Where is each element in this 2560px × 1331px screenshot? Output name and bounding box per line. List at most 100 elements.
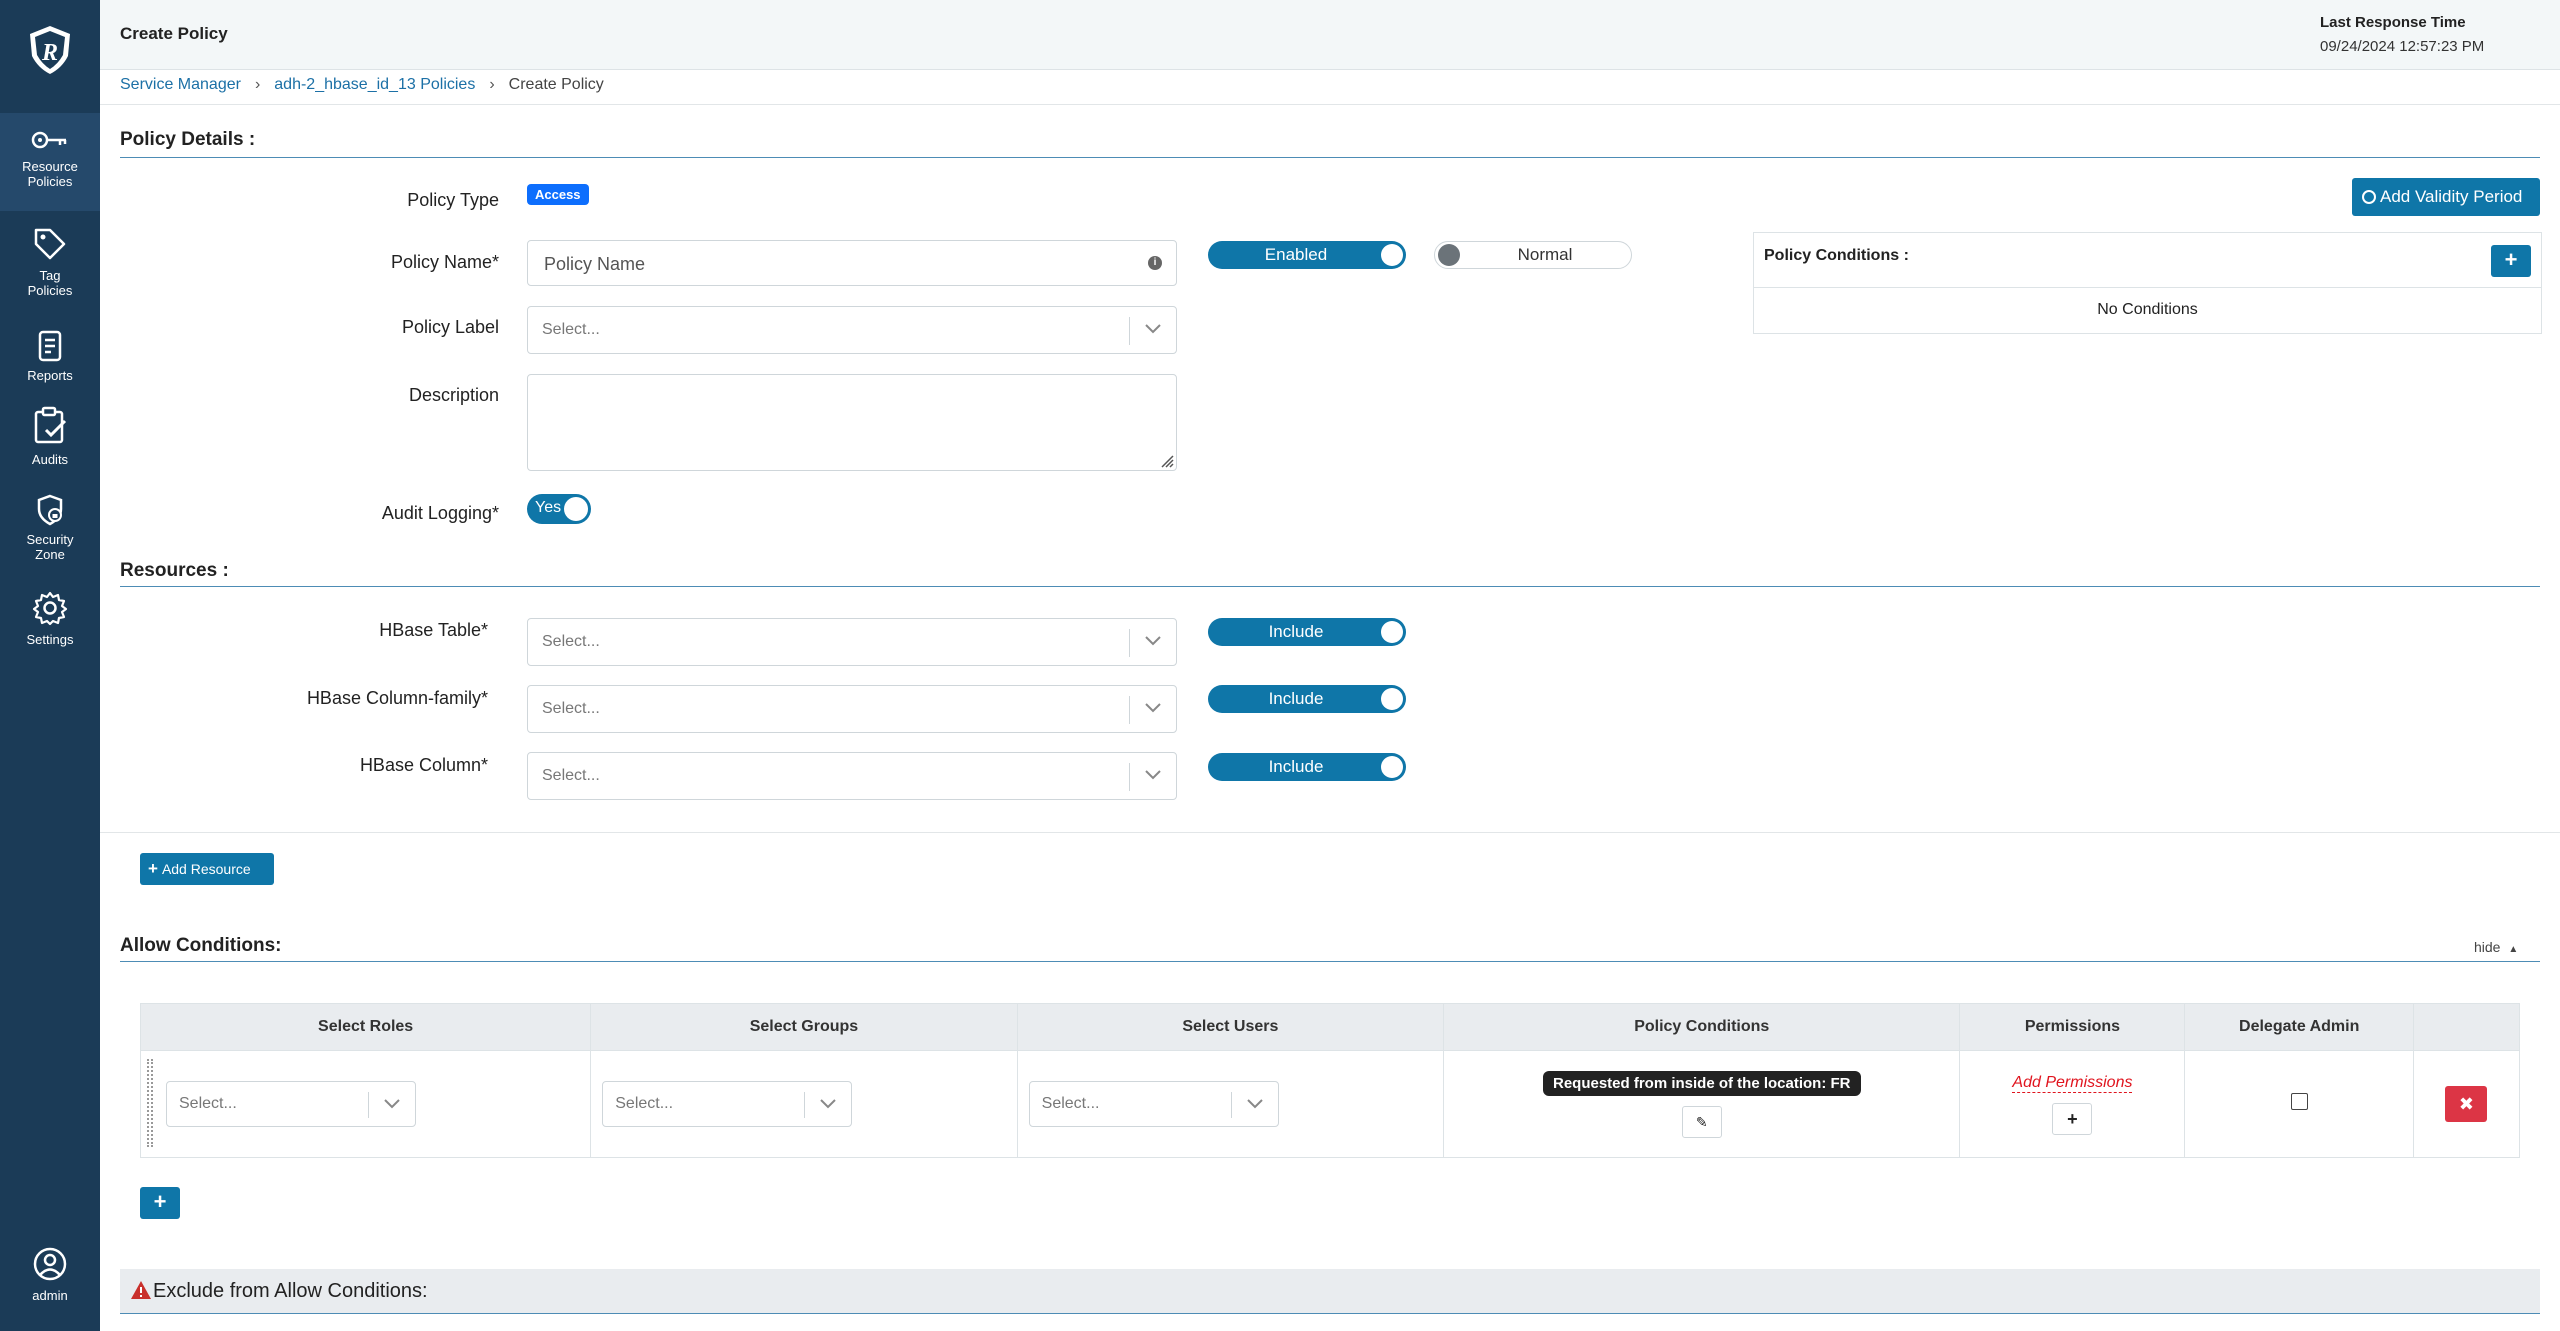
sidebar-item-audits[interactable]: Audits xyxy=(0,406,100,467)
policy-conditions-title: Policy Conditions : xyxy=(1764,247,1909,264)
add-validity-period-button[interactable]: Add Validity Period xyxy=(2352,178,2540,216)
add-condition-row-button[interactable]: + xyxy=(140,1187,180,1219)
pencil-icon: ✎ xyxy=(1695,1113,1708,1130)
ranger-logo[interactable]: R xyxy=(22,22,78,78)
sidebar-item-resource-policies[interactable]: Resource Policies xyxy=(0,113,100,211)
clock-icon xyxy=(2362,190,2376,204)
divider xyxy=(1230,1092,1232,1118)
column-header-policy-conditions: Policy Conditions xyxy=(1443,1003,1961,1051)
delegate-admin-checkbox[interactable] xyxy=(2290,1093,2308,1110)
toggle-knob xyxy=(1438,244,1460,266)
column-header-roles: Select Roles xyxy=(139,1003,592,1051)
breadcrumb: Service Manager › adh-2_hbase_id_13 Polici… xyxy=(120,76,604,94)
resize-handle-icon xyxy=(1161,455,1174,468)
add-resource-button[interactable]: + Add Resource xyxy=(140,853,274,885)
normal-toggle-label: Normal xyxy=(1517,245,1573,264)
policy-enabled-toggle[interactable]: Enabled xyxy=(1208,241,1406,269)
sidebar-item-label: Settings xyxy=(26,632,74,647)
roles-cell: Select... xyxy=(139,1050,592,1158)
toggle-knob xyxy=(1381,621,1403,643)
breadcrumb-policies[interactable]: adh-2_hbase_id_13 Policies xyxy=(274,76,475,93)
report-icon xyxy=(38,330,62,362)
chevron-down-icon xyxy=(384,1099,400,1109)
divider xyxy=(804,1092,806,1118)
plus-icon: + xyxy=(2504,247,2518,272)
sidebar-item-label: Policies xyxy=(27,174,73,189)
divider xyxy=(120,1313,2540,1314)
hide-toggle[interactable]: hide ▲ xyxy=(2474,939,2518,955)
sidebar-item-tag-policies[interactable]: Tag Policies xyxy=(0,226,100,298)
no-conditions-text: No Conditions xyxy=(2097,301,2198,318)
policy-name-input[interactable]: Policy Name i xyxy=(527,240,1177,286)
divider xyxy=(368,1092,369,1118)
include-toggle-label: Include xyxy=(1268,622,1324,641)
include-toggle-label: Include xyxy=(1268,689,1324,708)
policy-conditions-panel: Policy Conditions : + No Conditions xyxy=(1753,232,2542,334)
sidebar: R Resource Policies Tag Policies Reports… xyxy=(0,0,100,1331)
policy-type-badge: Access xyxy=(527,184,589,205)
last-response-label: Last Response Time xyxy=(2320,14,2466,31)
hbase-table-select[interactable]: Select... xyxy=(527,618,1177,666)
toggle-knob xyxy=(564,497,588,521)
clipboard-check-icon xyxy=(34,406,67,444)
select-placeholder: Select... xyxy=(1041,1095,1100,1112)
sidebar-item-label: Resource xyxy=(22,159,78,174)
column-header-delegate-admin: Delegate Admin xyxy=(2184,1003,2414,1051)
breadcrumb-service-manager[interactable]: Service Manager xyxy=(120,76,241,93)
hbase-column-include-toggle[interactable]: Include xyxy=(1208,753,1406,781)
description-textarea[interactable] xyxy=(527,374,1177,471)
caret-up-icon: ▲ xyxy=(2508,944,2519,955)
breadcrumb-current: Create Policy xyxy=(508,76,604,93)
policy-label-select[interactable]: Select... xyxy=(527,306,1177,354)
divider xyxy=(100,832,2560,833)
select-placeholder: Select... xyxy=(542,767,600,784)
hbase-column-select[interactable]: Select... xyxy=(527,752,1177,800)
add-condition-button[interactable]: + xyxy=(2491,245,2531,277)
sidebar-item-reports[interactable]: Reports xyxy=(0,330,100,383)
select-placeholder: Select... xyxy=(615,1095,674,1112)
include-toggle-label: Include xyxy=(1268,757,1324,776)
policy-type-label: Policy Type xyxy=(407,190,499,210)
edit-condition-button[interactable]: ✎ xyxy=(1681,1105,1722,1138)
allow-conditions-table: Select Roles Select Groups Select Users … xyxy=(139,1003,2521,1158)
drag-handle-icon[interactable] xyxy=(147,1059,153,1147)
permissions-cell: Add Permissions + xyxy=(1959,1050,2186,1158)
delete-row-button[interactable]: ✖ xyxy=(2445,1086,2488,1122)
user-circle-icon xyxy=(33,1247,67,1281)
chevron-down-icon xyxy=(1145,703,1161,713)
divider xyxy=(100,104,2560,105)
toggle-knob xyxy=(1381,756,1403,778)
hbase-table-include-toggle[interactable]: Include xyxy=(1208,618,1406,646)
exclude-header: Exclude from Allow Conditions: xyxy=(120,1269,2540,1313)
description-label: Description xyxy=(408,385,499,405)
toggle-knob xyxy=(1381,244,1403,266)
add-permissions-link[interactable]: Add Permissions xyxy=(2012,1074,2133,1093)
users-select[interactable]: Select... xyxy=(1028,1081,1279,1127)
shield-lock-icon xyxy=(37,494,63,526)
toggle-knob xyxy=(1381,688,1403,710)
user-menu[interactable]: admin xyxy=(0,1246,100,1303)
groups-select[interactable]: Select... xyxy=(602,1081,853,1127)
audit-logging-toggle[interactable]: Yes xyxy=(527,494,591,524)
hbase-column-family-select[interactable]: Select... xyxy=(527,685,1177,733)
select-placeholder: Select... xyxy=(542,321,600,338)
add-permission-button[interactable]: + xyxy=(2052,1102,2093,1135)
roles-select[interactable]: Select... xyxy=(166,1081,416,1127)
plus-icon: + xyxy=(2067,1108,2078,1129)
chevron-down-icon xyxy=(1145,770,1161,780)
sidebar-item-settings[interactable]: Settings xyxy=(0,590,100,647)
column-header-users: Select Users xyxy=(1016,1003,1445,1051)
user-label: admin xyxy=(32,1288,68,1303)
divider xyxy=(1129,763,1130,791)
warning-icon xyxy=(131,1281,151,1299)
key-icon xyxy=(31,131,67,149)
add-resource-label: Add Resource xyxy=(161,861,251,877)
sidebar-item-security-zone[interactable]: Security Zone xyxy=(0,494,100,562)
select-placeholder: Select... xyxy=(542,633,600,650)
audit-logging-label: Audit Logging* xyxy=(381,503,499,523)
hbase-column-family-include-toggle[interactable]: Include xyxy=(1208,685,1406,713)
hbase-table-label: HBase Table* xyxy=(379,620,488,640)
policy-priority-toggle[interactable]: Normal xyxy=(1434,241,1632,269)
groups-cell: Select... xyxy=(590,1050,1018,1158)
chevron-right-icon: › xyxy=(489,76,495,93)
